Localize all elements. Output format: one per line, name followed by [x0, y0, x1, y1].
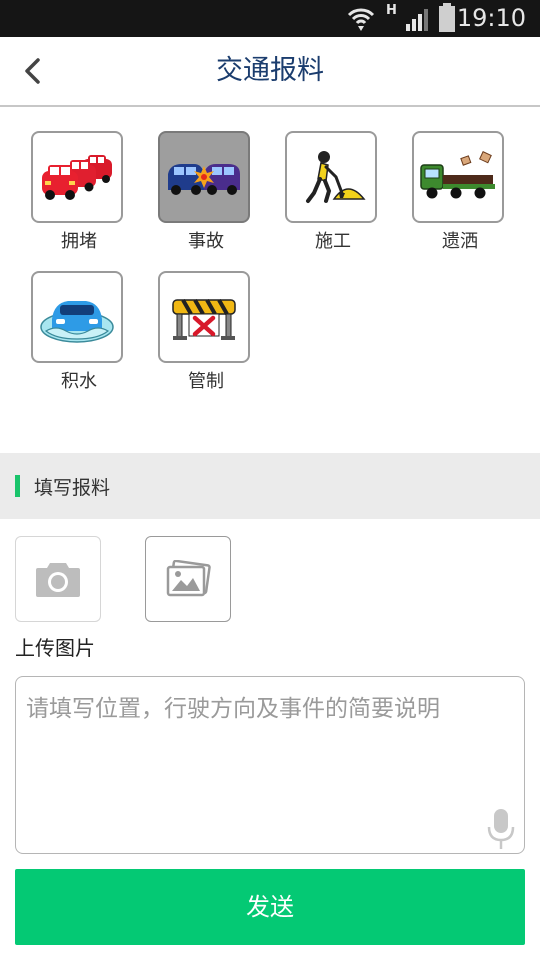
battery-icon — [439, 3, 455, 32]
category-box — [31, 271, 123, 363]
category-label: 拥堵 — [61, 231, 97, 252]
signal-icon — [406, 9, 428, 31]
car-accident-icon — [168, 164, 240, 195]
status-bar: H 19:10 — [0, 0, 540, 37]
gallery-icon — [166, 560, 211, 597]
category-label: 施工 — [315, 231, 351, 252]
category-waterlogging[interactable]: 积水 — [31, 271, 127, 393]
category-box — [31, 131, 123, 223]
road-barrier-icon — [172, 299, 236, 340]
category-label: 遗洒 — [442, 231, 478, 252]
spill-truck-icon — [420, 151, 495, 199]
description-input[interactable] — [16, 677, 524, 853]
wifi-icon — [347, 8, 375, 31]
microphone-icon[interactable] — [486, 807, 516, 851]
clock: 19:10 — [456, 4, 526, 32]
send-button[interactable]: 发送 — [15, 869, 525, 945]
description-box — [15, 676, 525, 854]
category-box — [412, 131, 504, 223]
section-accent-bar — [15, 475, 20, 497]
category-spill[interactable]: 遗洒 — [412, 131, 508, 253]
category-label: 积水 — [61, 371, 97, 392]
category-box — [158, 271, 250, 363]
camera-icon — [36, 563, 80, 597]
chevron-left-icon[interactable] — [16, 53, 52, 89]
category-congestion[interactable]: 拥堵 — [31, 131, 127, 253]
category-construction[interactable]: 施工 — [285, 131, 381, 253]
category-control[interactable]: 管制 — [158, 271, 254, 393]
category-box — [285, 131, 377, 223]
traffic-jam-icon — [42, 155, 112, 200]
flooded-car-icon — [40, 301, 114, 343]
category-label: 事故 — [188, 231, 224, 252]
category-accident[interactable]: 事故 — [158, 131, 254, 253]
section-title: 填写报料 — [34, 477, 111, 499]
app-header: 交通报料 — [0, 37, 540, 107]
network-type: H — [386, 3, 397, 18]
section-header: 填写报料 — [0, 453, 540, 519]
category-label: 管制 — [188, 371, 224, 392]
upload-label: 上传图片 — [15, 636, 95, 660]
page-title: 交通报料 — [216, 55, 324, 86]
camera-upload-button[interactable] — [15, 536, 101, 622]
construction-worker-icon — [306, 151, 366, 203]
category-box — [158, 131, 250, 223]
gallery-upload-button[interactable] — [145, 536, 231, 622]
